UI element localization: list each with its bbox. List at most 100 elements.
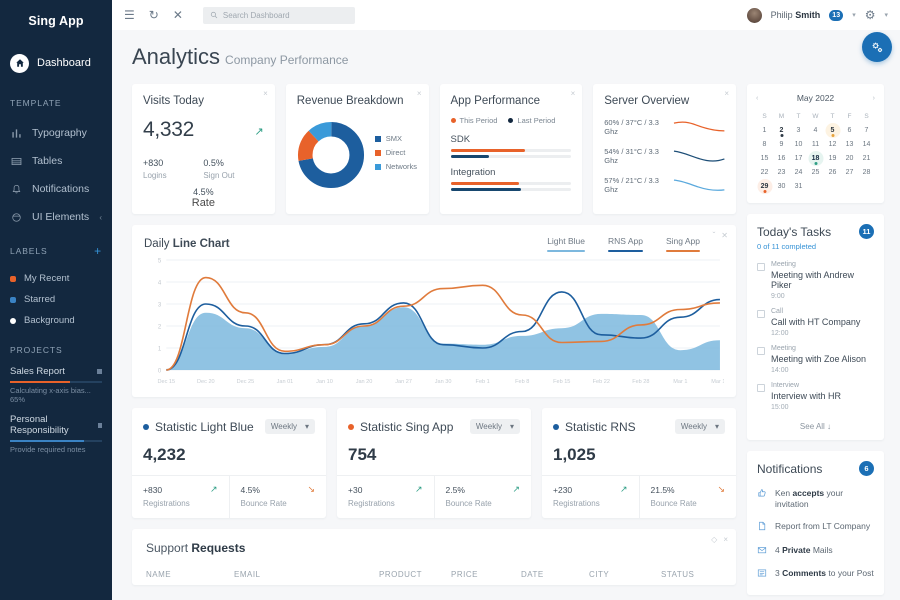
sidebar-label-my-recent[interactable]: My Recent [0,268,112,289]
column-date[interactable]: DATE [521,570,589,579]
close-icon[interactable]: × [571,90,576,98]
calendar-day[interactable]: 19 [824,152,841,165]
project-item-personal-responsibility[interactable]: Personal Responsibility [0,414,112,436]
menu-icon[interactable]: ☰ [124,9,135,21]
calendar-day[interactable]: 21 [858,152,875,165]
calendar-day[interactable]: 4 [807,124,824,137]
calendar-day[interactable]: 31 [790,180,807,193]
sidebar-item-dashboard[interactable]: Dashboard [0,50,112,76]
calendar-day[interactable]: 5 [824,124,841,137]
collapse-icon[interactable]: ˇ [713,232,716,240]
calendar-day[interactable]: 15 [756,152,773,165]
calendar-day[interactable]: 23 [773,166,790,179]
user-name[interactable]: Philip Smith [771,10,821,20]
calendar-day[interactable]: 30 [773,180,790,193]
sidebar-item-notifications[interactable]: Notifications [0,175,112,203]
calendar-day[interactable]: 22 [756,166,773,179]
task-title: Call with HT Company [771,317,860,327]
calendar-day[interactable]: 10 [790,138,807,151]
period-dropdown[interactable]: Weekly ▾ [470,419,520,434]
close-icon[interactable]: × [724,90,729,98]
task-item[interactable]: Meeting Meeting with Andrew Piker 9:00 [747,258,884,305]
calendar-day[interactable]: 9 [773,138,790,151]
sidebar-item-tables[interactable]: Tables [0,147,112,175]
close-icon[interactable]: × [417,90,422,98]
period-dropdown[interactable]: Weekly ▾ [265,419,315,434]
prev-month-button[interactable]: ‹ [756,95,758,102]
sidebar-item-typography[interactable]: Typography [0,119,112,147]
column-city[interactable]: CITY [589,570,661,579]
calendar-day[interactable]: 8 [756,138,773,151]
column-email[interactable]: EMAIL [234,570,379,579]
metric-value: 4.5% [241,485,260,495]
legend-swatch [375,150,381,156]
notification-text: 4 Private Mails [775,545,833,556]
notification-item[interactable]: Ken accepts your invitation [747,483,884,516]
calendar-day[interactable]: 12 [824,138,841,151]
user-notification-badge[interactable]: 13 [829,10,843,21]
calendar-day[interactable]: 28 [858,166,875,179]
notification-item[interactable]: Report from LT Company [747,516,884,540]
y-axis-tick: 5 [158,259,162,265]
brand-logo[interactable]: Sing App [0,8,112,50]
close-icon[interactable]: × [263,90,268,98]
refresh-icon[interactable]: ↻ [149,9,159,21]
calendar-day[interactable]: 11 [807,138,824,151]
notification-item[interactable]: 3 Comments to your Post [747,563,884,587]
sidebar-label-background[interactable]: Background [0,310,112,331]
task-checkbox[interactable] [757,263,765,271]
calendar-day[interactable]: 26 [824,166,841,179]
legend-item-rns-app[interactable]: RNS App [608,236,643,252]
gear-icon[interactable]: ⚙ [865,9,876,21]
search-input[interactable]: Search Dashboard [203,7,355,24]
task-item[interactable]: Call Call with HT Company 12:00 [747,305,884,342]
column-product[interactable]: PRODUCT [379,570,451,579]
calendar-day[interactable]: 1 [756,124,773,137]
task-checkbox[interactable] [757,347,765,355]
calendar-day[interactable]: 13 [841,138,858,151]
calendar-day[interactable]: 7 [858,124,875,137]
calendar-day[interactable]: 24 [790,166,807,179]
calendar-day[interactable]: 2 [773,124,790,137]
calendar-day[interactable]: 6 [841,124,858,137]
notification-item[interactable]: 4 Private Mails [747,540,884,564]
calendar-day-number: 22 [761,169,769,176]
close-icon[interactable]: ✕ [173,9,183,21]
task-title: Meeting with Zoe Alison [771,354,866,364]
column-price[interactable]: PRICE [451,570,521,579]
calendar-day[interactable]: 17 [790,152,807,165]
task-item[interactable]: Interview Interview with HR 15:00 [747,379,884,416]
calendar-day[interactable]: 14 [858,138,875,151]
settings-fab[interactable] [862,32,892,62]
sidebar-item-ui-elements[interactable]: UI Elements ‹ [0,203,112,231]
calendar-day[interactable]: 16 [773,152,790,165]
calendar-day[interactable]: 25 [807,166,824,179]
sidebar-label-starred[interactable]: Starred [0,289,112,310]
legend-item-light-blue[interactable]: Light Blue [547,236,585,252]
x-axis-tick: Dec 25 [237,379,255,385]
chevron-down-icon[interactable]: ▾ [884,11,888,19]
see-all-tasks-button[interactable]: See All ↓ [747,416,884,440]
task-checkbox[interactable] [757,310,765,318]
close-icon[interactable]: × [723,536,728,544]
project-item-sales-report[interactable]: Sales Report [0,366,112,377]
x-axis-tick: Jan 10 [316,379,333,385]
task-checkbox[interactable] [757,384,765,392]
avatar[interactable] [747,8,762,23]
close-icon[interactable]: ✕ [721,232,728,240]
calendar-day[interactable]: 3 [790,124,807,137]
add-label-icon[interactable]: + [94,245,102,257]
column-status[interactable]: STATUS [661,570,694,579]
calendar-day[interactable]: 27 [841,166,858,179]
legend-item-sing-app[interactable]: Sing App [666,236,700,252]
home-icon [10,54,29,73]
collapse-icon[interactable]: ◇ [711,536,717,544]
task-item[interactable]: Meeting Meeting with Zoe Alison 14:00 [747,342,884,379]
column-name[interactable]: NAME [146,570,234,579]
next-month-button[interactable]: › [873,95,875,102]
calendar-day[interactable]: 18 [807,152,824,165]
period-dropdown[interactable]: Weekly ▾ [675,419,725,434]
calendar-day[interactable]: 20 [841,152,858,165]
calendar-day[interactable]: 29 [756,180,773,193]
chevron-down-icon[interactable]: ▾ [852,11,856,19]
